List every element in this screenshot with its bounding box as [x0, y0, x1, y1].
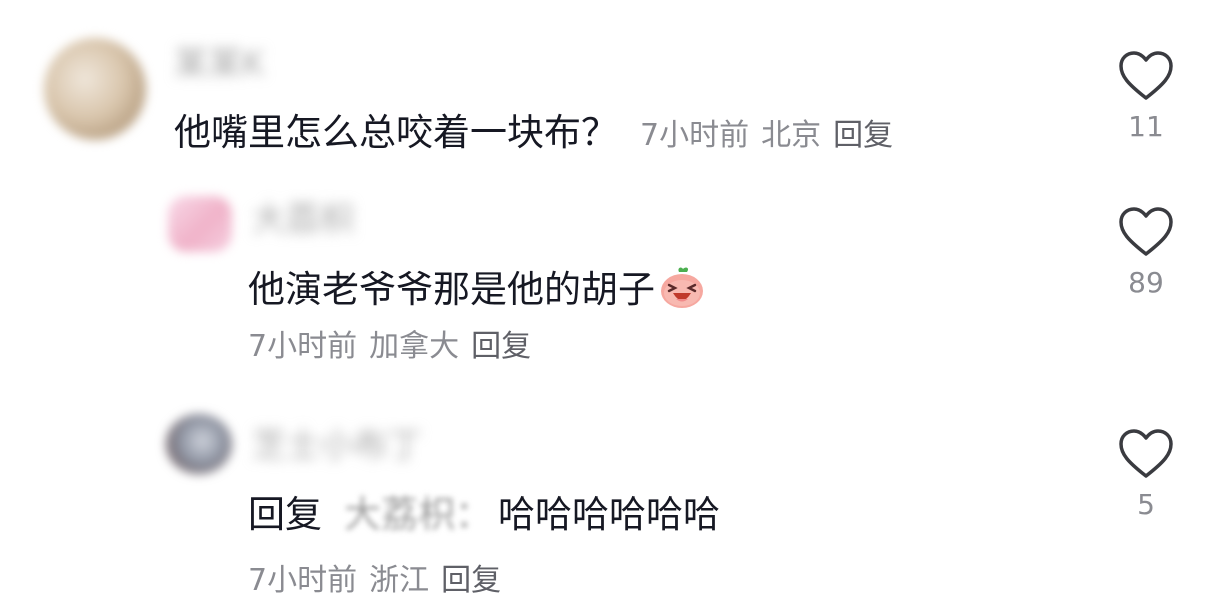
- comment-body: 回复 大荔枳： 哈哈哈哈哈哈: [248, 496, 720, 533]
- like-count: 5: [1137, 488, 1155, 521]
- comment-text: 他演老爷爷那是他的胡子: [248, 268, 655, 311]
- like-count: 11: [1128, 110, 1164, 143]
- reply-button[interactable]: 回复: [471, 329, 531, 364]
- like-count: 89: [1128, 266, 1164, 299]
- comment-meta: 7小时前 北京 回复: [640, 118, 905, 153]
- comment-text: 哈哈哈哈哈哈: [498, 493, 720, 536]
- comment-meta: 7小时前 浙江 回复: [248, 566, 513, 596]
- comment-body: 他嘴里怎么总咬着一块布？ 7小时前 北京 回复: [174, 114, 905, 151]
- location: 北京: [761, 118, 822, 153]
- avatar[interactable]: [166, 414, 232, 474]
- comment-meta: 7小时前 加拿大 回复: [248, 332, 543, 362]
- mention[interactable]: 大荔枳：: [344, 493, 492, 536]
- reply-prefix: 回复: [248, 493, 322, 536]
- username[interactable]: 芝士小布丁: [252, 418, 422, 467]
- avatar[interactable]: [44, 38, 146, 140]
- like-button[interactable]: 11: [1106, 50, 1186, 143]
- location: 浙江: [369, 563, 430, 598]
- timestamp: 7小时前: [248, 329, 358, 364]
- reply-button[interactable]: 回复: [833, 118, 893, 153]
- reply-button[interactable]: 回复: [441, 563, 501, 598]
- username[interactable]: 大荔枳: [252, 192, 354, 241]
- username[interactable]: 某某K: [174, 36, 264, 85]
- timestamp: 7小时前: [248, 563, 358, 598]
- comment-list: 某某K 他嘴里怎么总咬着一块布？ 7小时前 北京 回复 11 大荔枳 他演老爷爷那是他…: [0, 0, 1220, 609]
- laughing-peach-emoji: [659, 266, 705, 316]
- heart-outline-icon: [1119, 51, 1173, 100]
- like-button[interactable]: 5: [1106, 428, 1186, 521]
- heart-outline-icon: [1119, 207, 1173, 256]
- avatar[interactable]: [168, 196, 232, 252]
- location: 加拿大: [369, 329, 460, 364]
- heart-outline-icon: [1119, 429, 1173, 478]
- timestamp: 7小时前: [640, 118, 750, 153]
- like-button[interactable]: 89: [1106, 206, 1186, 299]
- comment-text: 他嘴里怎么总咬着一块布？: [174, 111, 618, 154]
- comment-body: 他演老爷爷那是他的胡子: [248, 266, 705, 316]
